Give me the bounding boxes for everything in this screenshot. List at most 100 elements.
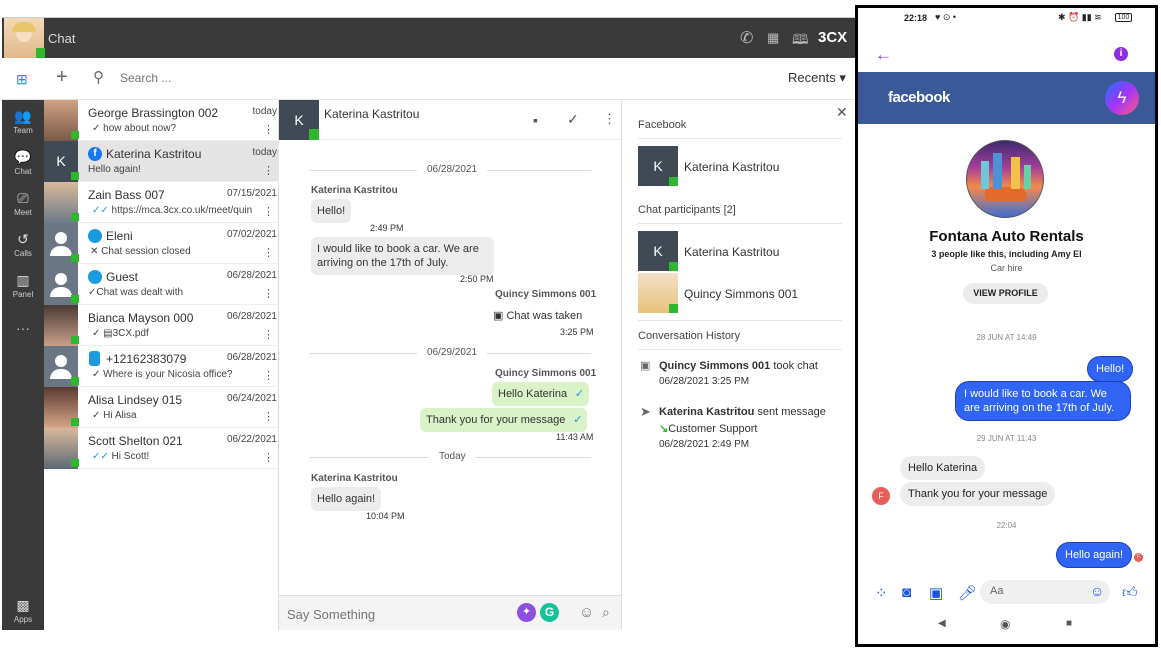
- online-indicator: [71, 459, 79, 467]
- more-options-icon[interactable]: ⋮: [263, 328, 274, 341]
- phone-icon[interactable]: ✆: [740, 28, 753, 48]
- apps-grid-icon[interactable]: ⁘: [875, 584, 888, 602]
- system-message-text: Chat was taken: [506, 310, 583, 322]
- message-time: 11:43 AM: [556, 432, 594, 442]
- chat-list-item[interactable]: George Brassington 002 today ✓ how about n…: [44, 100, 279, 141]
- back-arrow-icon[interactable]: ←: [875, 45, 892, 65]
- search-icon[interactable]: ⚲: [93, 68, 104, 86]
- windows-icon[interactable]: ⊞: [16, 71, 28, 88]
- rail-meet[interactable]: ⎚ Meet: [2, 190, 44, 217]
- rail-apps[interactable]: ▩ Apps: [2, 597, 44, 624]
- toolbar: ⊞ + ⚲ Recents ▾: [2, 58, 855, 100]
- participant-initial: K: [638, 231, 678, 271]
- more-options-icon[interactable]: ⋮: [263, 164, 274, 177]
- qr-code-icon[interactable]: ▦: [767, 30, 779, 46]
- chat-preview-text: https://mca.3cx.co.uk/meet/quin...: [111, 205, 252, 216]
- timestamp: 28 JUN AT 14:49: [976, 333, 1037, 342]
- outgoing-message: Thank you for your message ✓: [420, 408, 588, 432]
- attachment-icon[interactable]: ⌕: [602, 604, 610, 621]
- calls-icon: ↺: [17, 231, 29, 247]
- divider: [638, 138, 842, 139]
- more-options-icon[interactable]: ⋮: [263, 369, 274, 382]
- chat-name: Katerina Kastritou: [106, 147, 202, 161]
- participants-label: Chat participants [2]: [638, 204, 736, 216]
- search-input[interactable]: [120, 68, 420, 88]
- close-icon[interactable]: ✕: [836, 104, 848, 121]
- view-profile-button[interactable]: VIEW PROFILE: [963, 283, 1048, 304]
- date-label: Today: [429, 451, 476, 462]
- participant-name: Katerina Kastritou: [684, 245, 780, 259]
- rail-chat[interactable]: 💬 Chat: [2, 149, 44, 176]
- emoji-icon[interactable]: ☺: [579, 604, 594, 621]
- online-indicator: [71, 377, 79, 385]
- closed-icon: ✕: [90, 246, 99, 257]
- apps-icon: ▩: [16, 597, 30, 613]
- book-icon[interactable]: 🕮: [792, 29, 809, 53]
- panel-icon: ▥: [16, 272, 30, 288]
- info-icon[interactable]: i: [1114, 47, 1128, 61]
- message-time: 10:04 PM: [366, 511, 405, 521]
- online-indicator: [71, 336, 79, 344]
- message-time: 2:50 PM: [460, 274, 494, 284]
- gallery-icon[interactable]: ▣: [929, 584, 943, 602]
- grammarly-icon[interactable]: G: [540, 603, 559, 622]
- chat-date: today: [252, 147, 277, 158]
- online-indicator: [71, 254, 79, 262]
- emoji-icon[interactable]: ☺: [1090, 583, 1104, 599]
- chat-list-item[interactable]: Alisa Lindsey 015 06/24/2021 ✓ Hi Alisa ⋮: [44, 387, 279, 428]
- more-options-icon[interactable]: ⋮: [263, 451, 274, 464]
- nav-home-icon[interactable]: ◉: [1000, 617, 1010, 631]
- outgoing-message-text: Thank you for your message: [426, 414, 566, 426]
- phone-screen: 22:18 ♥ ⊙ • ✱ ⏰ ▮▮ ≋ 100 ← i facebook ϟ …: [855, 5, 1158, 647]
- message-sender: Katerina Kastritou: [311, 185, 398, 196]
- camera-icon[interactable]: ◙: [902, 584, 911, 601]
- chat-list-item[interactable]: Eleni 07/02/2021 ✕ Chat session closed ⋮: [44, 223, 279, 264]
- chat-name: George Brassington 002: [88, 106, 219, 120]
- online-indicator: [71, 213, 79, 221]
- chat-list-item[interactable]: +12162383079 06/28/2021 ✓ Where is your Ni…: [44, 346, 279, 387]
- nav-recents-icon[interactable]: ■: [1066, 618, 1072, 629]
- online-indicator: [71, 131, 79, 139]
- transfer-chat-icon[interactable]: ▪: [533, 112, 538, 128]
- left-rail: 👥 Team 💬 Chat ⎚ Meet ↺ Calls ▥ Panel ··· ▩ App…: [2, 100, 44, 630]
- message-input[interactable]: [287, 604, 507, 624]
- chat-name: Eleni: [106, 229, 133, 243]
- chat-list-item[interactable]: Bianca Mayson 000 06/28/2021 ✓ ▤3CX.pdf ⋮: [44, 305, 279, 346]
- user-avatar[interactable]: [4, 18, 45, 58]
- more-options-icon[interactable]: ⋮: [263, 123, 274, 136]
- chat-list-item[interactable]: Guest 06/28/2021 ✓Chat was dealt with ⋮: [44, 264, 279, 305]
- add-icon[interactable]: +: [56, 66, 68, 89]
- chat-list-item[interactable]: Scott Shelton 021 06/22/2021 ✓✓ Hi Scott! ⋮: [44, 428, 279, 469]
- rail-calls[interactable]: ↺ Calls: [2, 231, 44, 258]
- more-options-icon[interactable]: ⋮: [263, 246, 274, 259]
- read-tick-icon: ✓: [92, 328, 101, 339]
- read-tick-icon: ✓: [574, 388, 585, 400]
- more-options-icon[interactable]: ⋮: [603, 111, 616, 127]
- more-options-icon[interactable]: ⋮: [263, 410, 274, 423]
- sms-icon: [89, 351, 100, 366]
- notification-icons: ♥ ⊙ •: [935, 12, 957, 22]
- history-date: 06/28/2021 2:49 PM: [659, 439, 750, 450]
- more-icon[interactable]: ···: [2, 320, 44, 336]
- nav-back-icon[interactable]: ◀: [938, 618, 946, 629]
- more-options-icon[interactable]: ⋮: [263, 287, 274, 300]
- 3cx-app-window: Chat ✆ ▦ 🕮 3CX ⊞ + ⚲ Recents ▾ 👥 Team 💬 Ch…: [2, 17, 855, 630]
- chat-preview: ✓Chat was dealt with: [88, 287, 248, 298]
- thumbs-up-icon[interactable]: 👍︎: [1122, 584, 1138, 602]
- rail-panel[interactable]: ▥ Panel: [2, 272, 44, 299]
- chat-date: 07/02/2021: [226, 229, 277, 240]
- rail-team[interactable]: 👥 Team: [2, 108, 44, 135]
- recents-dropdown[interactable]: Recents ▾: [788, 70, 846, 86]
- system-icons: ✱ ⏰ ▮▮ ≋: [1058, 12, 1102, 22]
- chat-list-item[interactable]: K Katerina Kastritou f today Hello again! ⋮: [44, 141, 279, 182]
- microphone-icon[interactable]: 🎤︎: [958, 584, 977, 602]
- ai-assist-icon[interactable]: ✦: [517, 603, 536, 622]
- more-options-icon[interactable]: ⋮: [263, 205, 274, 218]
- chat-date: 06/24/2021: [226, 393, 277, 404]
- end-chat-check-icon[interactable]: ✓: [567, 111, 579, 128]
- chat-list-item[interactable]: Zain Bass 007 07/15/2021 ✓✓ https://mca.3c…: [44, 182, 279, 223]
- message-sender: Quincy Simmons 001: [495, 289, 597, 300]
- conversation-pane: K Katerina Kastritou ▪ ✓ ⋮ 06/28/2021 Ka…: [279, 100, 621, 630]
- messenger-input[interactable]: Aa ☺: [980, 580, 1110, 604]
- history-entry-action: sent message: [754, 406, 826, 418]
